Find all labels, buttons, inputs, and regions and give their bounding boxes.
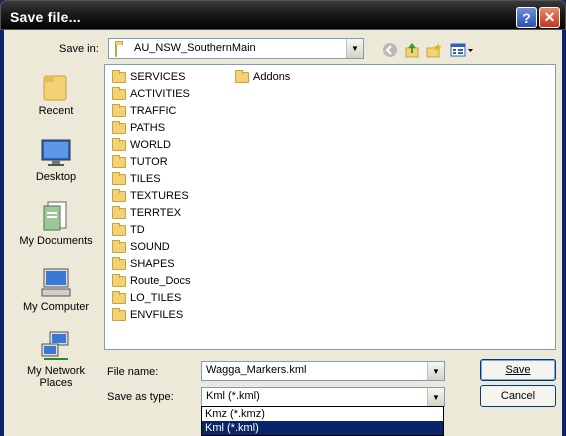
file-list[interactable]: SERVICES ACTIVITIES TRAFFIC PATHS WORLD … bbox=[104, 64, 556, 350]
list-item[interactable]: TD bbox=[112, 222, 145, 238]
save-as-type-label: Save as type: bbox=[107, 391, 174, 403]
place-my-computer[interactable]: My Computer bbox=[13, 266, 99, 313]
cancel-button[interactable]: Cancel bbox=[480, 385, 556, 407]
place-my-documents[interactable]: My Documents bbox=[13, 200, 99, 247]
list-item[interactable]: TRAFFIC bbox=[112, 103, 176, 119]
file-name-field[interactable]: Wagga_Markers.kml ▼ bbox=[201, 361, 445, 381]
desktop-icon bbox=[40, 136, 72, 168]
save-as-type-select[interactable]: Kml (*.kml) ▼ bbox=[201, 387, 445, 407]
folder-icon bbox=[112, 256, 126, 270]
close-button[interactable]: ✕ bbox=[539, 7, 560, 28]
title-bar[interactable]: Save file... ? ✕ bbox=[0, 0, 566, 30]
folder-icon bbox=[112, 290, 126, 304]
list-item[interactable]: ENVFILES bbox=[112, 307, 183, 323]
dialog-title: Save file... bbox=[10, 9, 81, 25]
list-item[interactable]: SHAPES bbox=[112, 256, 175, 272]
view-menu-icon[interactable] bbox=[450, 42, 474, 58]
place-network[interactable]: My Network Places bbox=[13, 330, 99, 389]
place-label: My Computer bbox=[22, 301, 90, 313]
folder-icon bbox=[112, 222, 126, 236]
list-item[interactable]: TERRTEX bbox=[112, 205, 181, 221]
file-name-value: Wagga_Markers.kml bbox=[206, 364, 307, 376]
my-documents-icon bbox=[40, 200, 72, 232]
folder-icon bbox=[112, 154, 126, 168]
folder-icon bbox=[112, 273, 126, 287]
file-name-label: File name: bbox=[107, 366, 159, 378]
chevron-down-icon[interactable]: ▼ bbox=[427, 388, 444, 406]
folder-icon bbox=[112, 205, 126, 219]
dropdown-option-selected[interactable]: Kml (*.kml) bbox=[202, 421, 443, 435]
dropdown-option[interactable]: Kmz (*.kmz) bbox=[202, 407, 443, 421]
place-label: Desktop bbox=[35, 171, 77, 183]
new-folder-icon[interactable] bbox=[426, 42, 442, 58]
folder-icon bbox=[235, 69, 249, 83]
folder-icon bbox=[112, 188, 126, 202]
dialog-body: Save in: AU_NSW_SouthernMain ▼ Recent De… bbox=[4, 30, 562, 436]
chevron-down-icon[interactable]: ▼ bbox=[346, 39, 363, 58]
folder-icon bbox=[115, 43, 117, 57]
folder-icon bbox=[112, 86, 126, 100]
save-in-combo[interactable]: AU_NSW_SouthernMain ▼ bbox=[108, 38, 364, 59]
list-item[interactable]: Addons bbox=[235, 69, 290, 85]
list-item[interactable]: PATHS bbox=[112, 120, 165, 136]
folder-icon bbox=[112, 120, 126, 134]
chevron-down-icon[interactable]: ▼ bbox=[427, 362, 444, 380]
list-item[interactable]: TILES bbox=[112, 171, 161, 187]
save-button[interactable]: Save bbox=[480, 359, 556, 381]
folder-icon bbox=[112, 239, 126, 253]
save-as-type-value: Kml (*.kml) bbox=[206, 390, 260, 402]
save-in-label: Save in: bbox=[59, 43, 99, 55]
back-icon[interactable] bbox=[382, 42, 398, 58]
list-item[interactable]: TUTOR bbox=[112, 154, 168, 170]
save-as-type-dropdown: Kmz (*.kmz) Kml (*.kml) bbox=[201, 406, 444, 436]
up-folder-icon[interactable] bbox=[404, 42, 420, 58]
close-icon: ✕ bbox=[543, 9, 556, 25]
my-computer-icon bbox=[40, 266, 72, 298]
place-label: My Network Places bbox=[26, 365, 86, 389]
list-item[interactable]: Route_Docs bbox=[112, 273, 191, 289]
place-label: My Documents bbox=[19, 235, 93, 247]
help-icon: ? bbox=[522, 9, 531, 26]
list-item[interactable]: ACTIVITIES bbox=[112, 86, 190, 102]
list-item[interactable]: TEXTURES bbox=[112, 188, 189, 204]
list-item[interactable]: SOUND bbox=[112, 239, 170, 255]
list-item[interactable]: WORLD bbox=[112, 137, 171, 153]
list-item[interactable]: SERVICES bbox=[112, 69, 185, 85]
place-desktop[interactable]: Desktop bbox=[13, 136, 99, 183]
save-file-dialog: Save file... ? ✕ Save in: AU_NSW_Souther… bbox=[0, 0, 566, 436]
folder-icon bbox=[112, 171, 126, 185]
network-places-icon bbox=[40, 330, 72, 362]
folder-icon bbox=[112, 103, 126, 117]
place-recent[interactable]: Recent bbox=[13, 70, 99, 117]
folder-icon bbox=[112, 137, 126, 151]
place-label: Recent bbox=[38, 105, 74, 117]
places-bar: Recent Desktop My Documents My Computer bbox=[13, 62, 99, 390]
recent-folder-icon bbox=[40, 70, 72, 102]
folder-icon bbox=[112, 69, 126, 83]
folder-icon bbox=[112, 307, 126, 321]
list-item[interactable]: LO_TILES bbox=[112, 290, 181, 306]
save-in-value: AU_NSW_SouthernMain bbox=[134, 42, 256, 54]
help-button[interactable]: ? bbox=[516, 7, 537, 28]
